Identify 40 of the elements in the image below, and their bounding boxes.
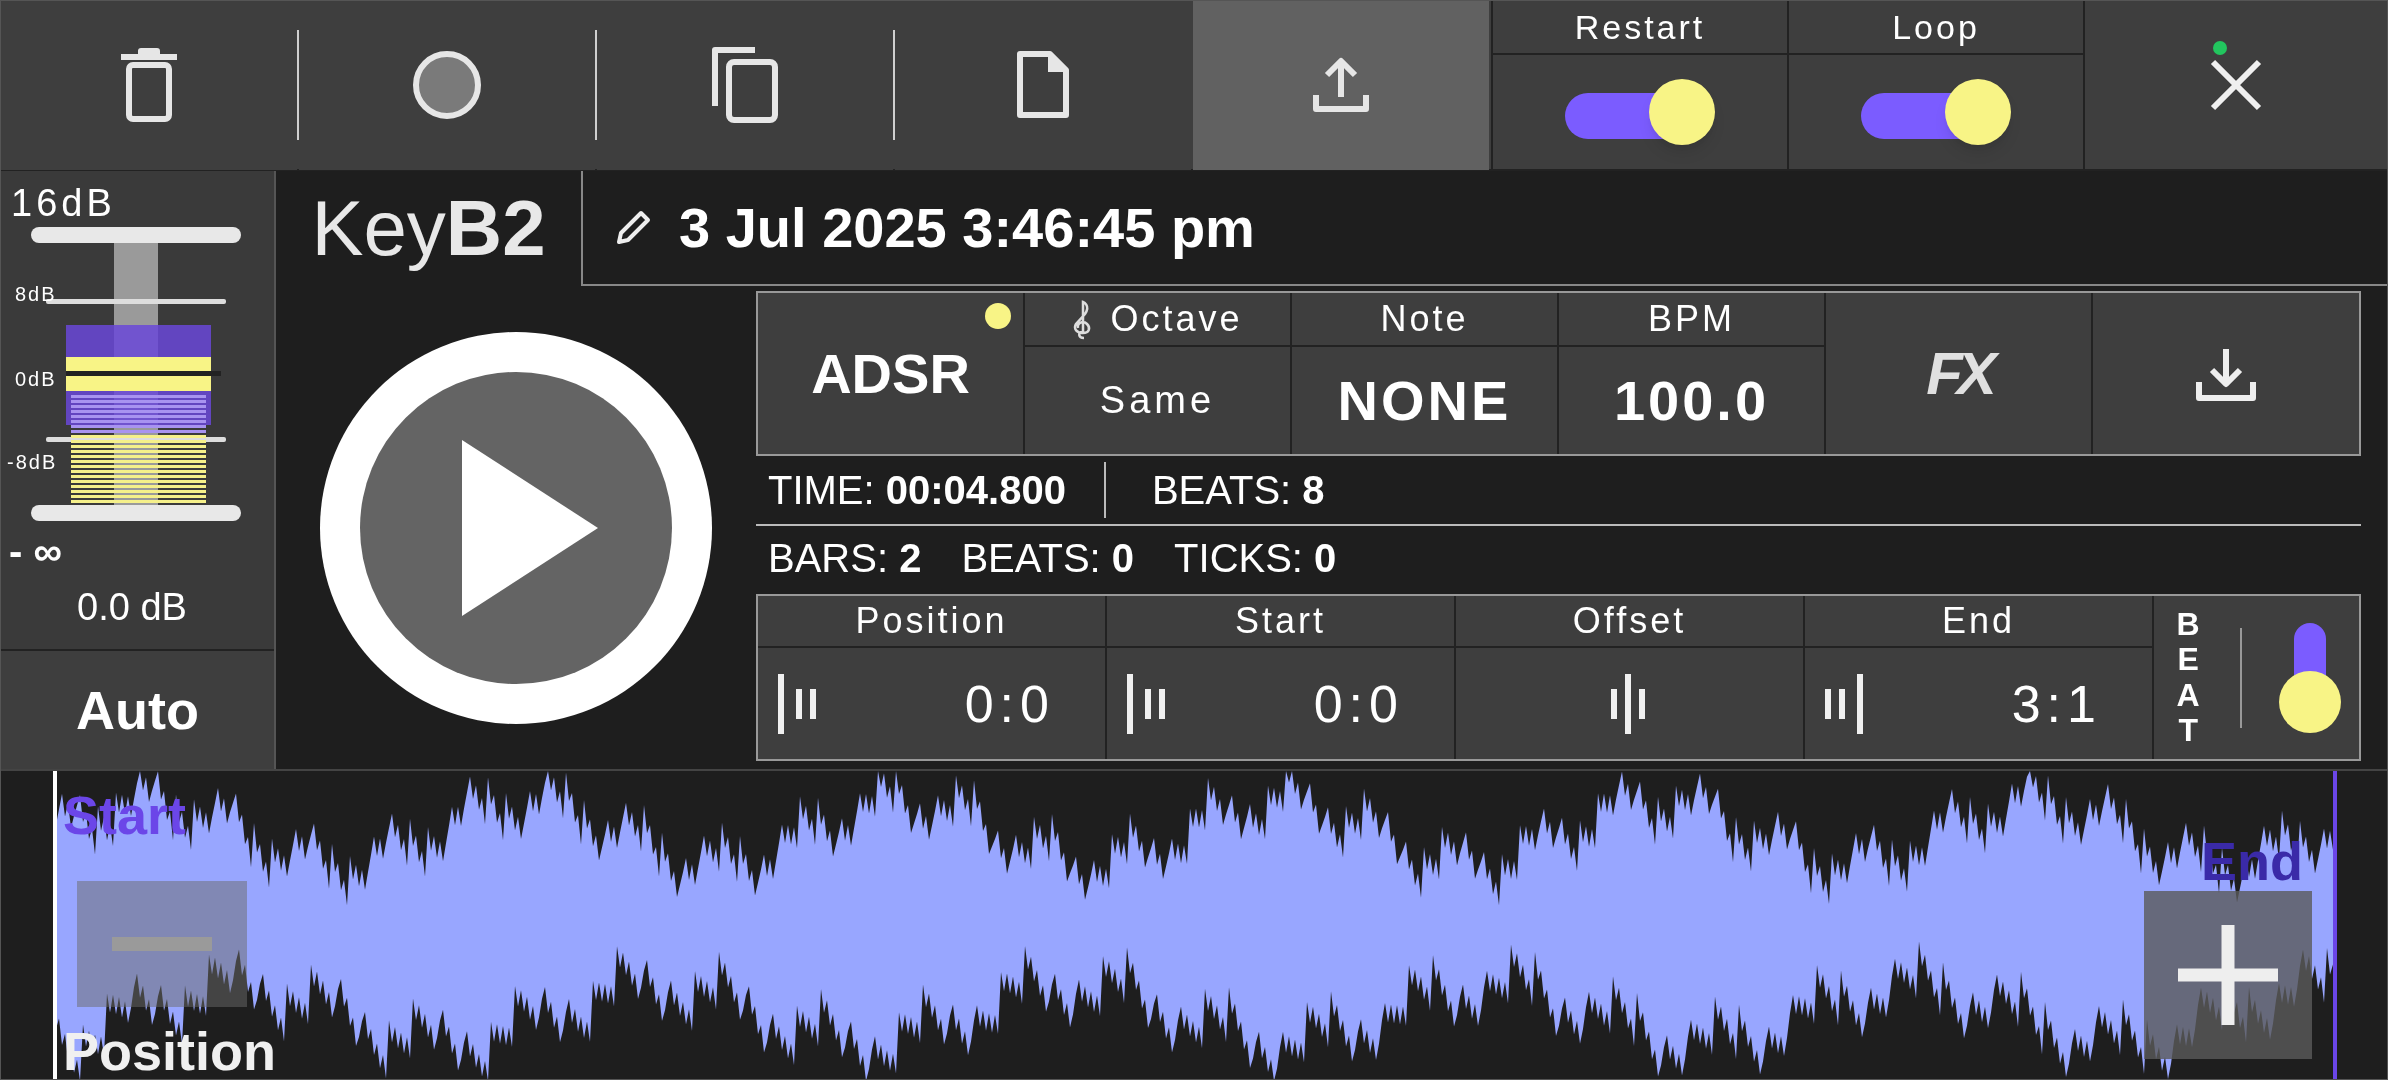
marker-icon (1825, 673, 1863, 734)
zoom-in-button[interactable] (2144, 891, 2312, 1059)
beat-switch[interactable] (2278, 622, 2341, 733)
minus-icon (112, 937, 212, 951)
marker-value: 0:0 (964, 673, 1056, 735)
marker-value: 0:0 (1313, 673, 1405, 735)
meter-tick-label: -8dB (7, 450, 58, 475)
plus-icon (2178, 925, 2278, 1025)
zoom-out-button[interactable] (77, 881, 247, 1007)
toggle-switch[interactable] (1565, 79, 1715, 145)
position-readout: BARS: 2 (768, 535, 922, 582)
upload-icon (1311, 55, 1371, 115)
param-label-text: BPM (1648, 297, 1735, 341)
marker-value: 3:1 (2011, 673, 2103, 735)
meter-tick-label: 8dB (15, 282, 57, 307)
param-label-text: Note (1380, 297, 1469, 341)
close-icon (2210, 59, 2262, 111)
trash-icon (119, 47, 179, 123)
marker-icon (1127, 673, 1165, 734)
beats-readout: BEATS: 8 (1150, 467, 1325, 514)
meter-reading: 0.0 dB (77, 585, 187, 630)
copy-icon (711, 46, 779, 124)
param-label-text: Octave (1110, 297, 1243, 341)
track-title: KeyB2 (310, 183, 547, 274)
position-readout: BEATS: 0 (961, 535, 1135, 582)
meter-label: - ∞ (9, 528, 62, 575)
meter-label: 16dB (11, 181, 116, 226)
auto-button[interactable]: Auto (1, 649, 274, 769)
marker-icon (778, 673, 816, 734)
beat-label: BEAT (2175, 607, 2201, 748)
time-readout: TIME: 00:04.800 (768, 467, 1066, 514)
date-field[interactable]: 3 Jul 2025 3:46:45 pm (581, 171, 2387, 286)
position-readout: TICKS: 0 (1174, 535, 1337, 582)
record-icon (412, 50, 482, 120)
meter-tick-label: 0dB (15, 367, 57, 392)
date-text: 3 Jul 2025 3:46:45 pm (679, 194, 1255, 261)
toggle-label: Restart (1493, 1, 1787, 55)
toggle-switch[interactable] (1861, 79, 2011, 145)
file-icon (1015, 50, 1071, 120)
play-icon (462, 439, 598, 616)
